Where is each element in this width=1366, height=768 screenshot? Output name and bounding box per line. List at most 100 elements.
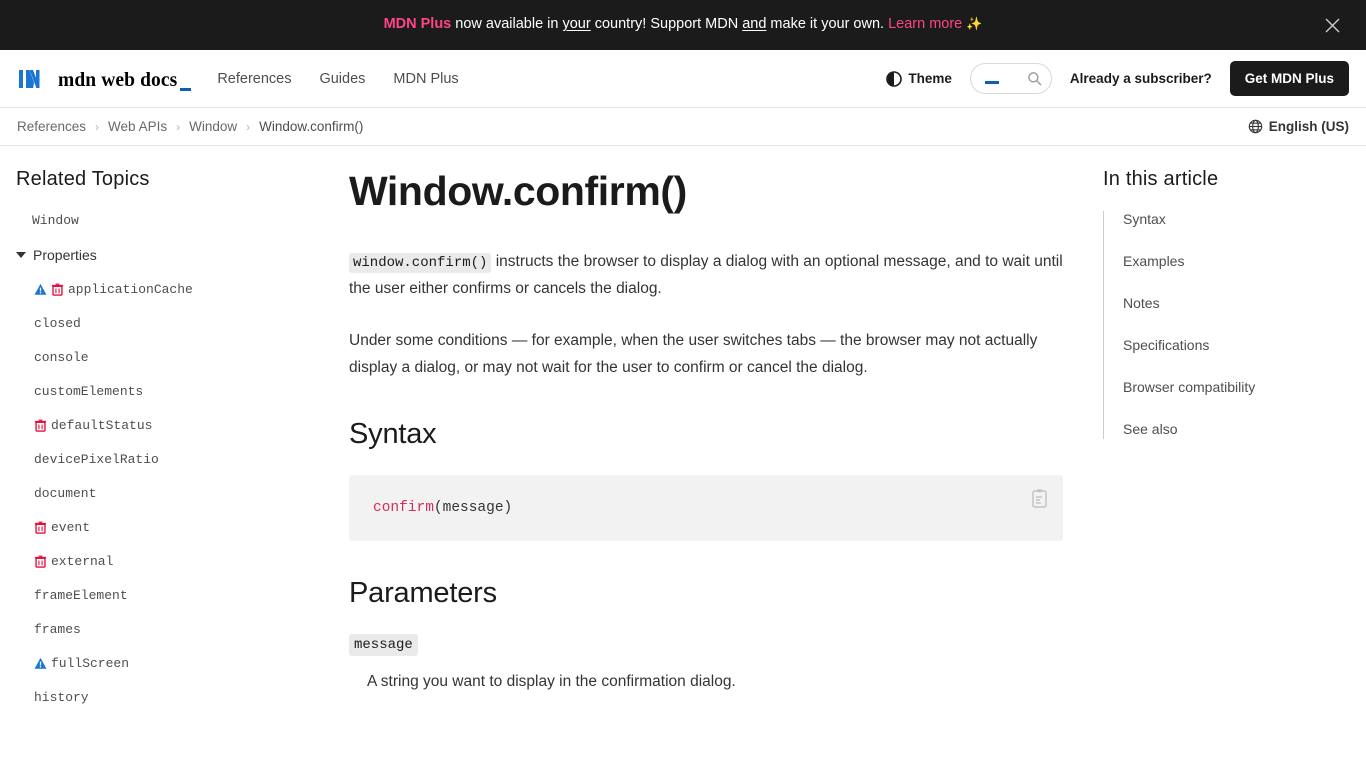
language-picker[interactable]: English (US) — [1248, 119, 1349, 134]
chevron-down-icon — [16, 252, 26, 258]
promo-text-3: make it your own. — [766, 16, 889, 33]
toc-title: In this article — [1103, 168, 1219, 190]
code-token-args: (message) — [433, 499, 513, 516]
sidebar-item-label[interactable]: frames — [34, 622, 81, 637]
breadcrumb-item-window[interactable]: Window — [189, 119, 237, 134]
syntax-code-block: confirm(message) — [349, 474, 1063, 541]
toc-link-label[interactable]: Notes — [1123, 295, 1160, 311]
sidebar-item-label[interactable]: external — [51, 554, 113, 569]
toc-link-label[interactable]: See also — [1123, 421, 1177, 437]
breadcrumb-separator-icon: › — [176, 119, 181, 134]
toc-link-label[interactable]: Browser compatibility — [1123, 379, 1255, 395]
sidebar-item-window[interactable]: Window — [16, 213, 317, 228]
sidebar-item-fullscreen[interactable]: fullScreen — [16, 656, 317, 671]
mdn-logo-icon — [19, 70, 40, 88]
sidebar-group-properties[interactable]: Properties — [16, 247, 317, 263]
search-input[interactable] — [969, 63, 1052, 94]
sidebar-item-closed[interactable]: closed — [16, 316, 317, 331]
breadcrumb-separator-icon: › — [246, 119, 251, 134]
header-actions: Theme Already a subscriber? Get MDN Plus — [886, 61, 1349, 96]
sidebar-list: Window Properties applicationCache close… — [16, 213, 317, 705]
copy-to-clipboard-icon[interactable] — [1029, 488, 1051, 510]
sidebar-group-label: Properties — [33, 247, 97, 263]
toc-link-label[interactable]: Specifications — [1123, 337, 1209, 353]
sidebar-item-label[interactable]: customElements — [34, 384, 143, 399]
theme-label: Theme — [908, 71, 952, 86]
sidebar-item-label[interactable]: event — [51, 520, 90, 535]
sidebar-item-event[interactable]: event — [16, 520, 317, 535]
section-heading-syntax: Syntax — [349, 417, 437, 450]
breadcrumb-item-web-apis[interactable]: Web APIs — [108, 119, 167, 134]
site-header: mdn web docs References Guides MDN Plus … — [0, 50, 1366, 108]
close-icon[interactable] — [1320, 13, 1344, 37]
breadcrumb: References › Web APIs › Window › Window.… — [17, 119, 363, 134]
sidebar-item-document[interactable]: document — [16, 486, 317, 501]
promo-text-2: country! Support MDN — [590, 16, 743, 33]
breadcrumb-bar: References › Web APIs › Window › Window.… — [0, 108, 1366, 146]
contrast-theme-icon — [886, 70, 903, 87]
sidebar-item-label[interactable]: fullScreen — [51, 656, 129, 671]
sidebar-item-label[interactable]: Window — [32, 213, 79, 228]
sidebar-item-label[interactable]: applicationCache — [68, 282, 193, 297]
toc-item-specifications[interactable]: Specifications — [1123, 337, 1343, 355]
sidebar-item-label[interactable]: history — [34, 690, 89, 705]
properties-group-toggle[interactable]: Properties — [16, 247, 97, 263]
promo-brand-label: MDN Plus — [383, 16, 452, 33]
nav-item-guides[interactable]: Guides — [319, 71, 365, 87]
toc-item-see-also[interactable]: See also — [1123, 421, 1343, 439]
sidebar-item-customelements[interactable]: customElements — [16, 384, 317, 399]
breadcrumb-item-current: Window.confirm() — [259, 119, 364, 134]
sidebar-item-history[interactable]: history — [16, 690, 317, 705]
toc-list: Syntax Examples Notes Specifications Bro… — [1103, 211, 1343, 439]
clipboard-icon — [1032, 488, 1047, 508]
in-this-article-toc: In this article Syntax Examples Notes Sp… — [1093, 146, 1359, 768]
sidebar-item-frames[interactable]: frames — [16, 622, 317, 637]
nav-item-references[interactable]: References — [217, 71, 291, 87]
sidebar-item-console[interactable]: console — [16, 350, 317, 365]
promo-learn-more-link[interactable]: Learn more — [888, 16, 962, 32]
promo-underline-and: and — [742, 16, 767, 33]
deprecated-icon — [34, 521, 47, 534]
mdn-logo-text: mdn web docs — [58, 69, 192, 91]
page-title: Window.confirm() — [349, 168, 687, 214]
deprecated-icon — [51, 283, 64, 296]
mdn-home-logo-link[interactable]: mdn web docs — [17, 67, 192, 91]
parameter-entry: message A string you want to display in … — [349, 633, 1063, 695]
mdn-logo-underscore — [180, 88, 192, 91]
parameter-name: message — [349, 633, 418, 656]
toc-item-notes[interactable]: Notes — [1123, 295, 1343, 313]
promo-banner: MDN Plus now available in your country! … — [0, 0, 1366, 50]
breadcrumb-separator-icon: › — [95, 119, 100, 134]
sidebar-item-defaultstatus[interactable]: defaultStatus — [16, 418, 317, 433]
toc-item-examples[interactable]: Examples — [1123, 253, 1343, 271]
sidebar-item-label[interactable]: document — [34, 486, 96, 501]
sidebar-item-label[interactable]: devicePixelRatio — [34, 452, 159, 467]
theme-toggle-button[interactable]: Theme — [886, 70, 952, 87]
nav-item-mdn-plus[interactable]: MDN Plus — [393, 71, 458, 87]
toc-item-syntax[interactable]: Syntax — [1123, 211, 1343, 229]
deprecated-icon — [34, 555, 47, 568]
search-icon — [1028, 72, 1042, 86]
code-token-function: confirm — [373, 499, 434, 516]
toc-item-browser-compatibility[interactable]: Browser compatibility — [1123, 379, 1343, 397]
breadcrumb-item-references[interactable]: References — [17, 119, 86, 134]
sidebar-item-label[interactable]: frameElement — [34, 588, 128, 603]
already-subscriber-link[interactable]: Already a subscriber? — [1070, 71, 1212, 86]
sidebar-item-label[interactable]: closed — [34, 316, 81, 331]
search-cursor — [984, 80, 999, 84]
page-body: Related Topics Window Properties applica… — [0, 146, 1366, 768]
experimental-icon — [34, 283, 47, 295]
related-topics-sidebar: Related Topics Window Properties applica… — [0, 146, 333, 768]
get-mdn-plus-button[interactable]: Get MDN Plus — [1229, 61, 1349, 96]
sidebar-item-devicepixelratio[interactable]: devicePixelRatio — [16, 452, 317, 467]
inline-code-window-confirm: window.confirm() — [349, 253, 492, 273]
promo-text-1: now available in — [451, 16, 563, 33]
sidebar-item-frameelement[interactable]: frameElement — [16, 588, 317, 603]
toc-link-label[interactable]: Syntax — [1123, 211, 1166, 227]
mdn-logo-wordmark: mdn web docs — [58, 69, 178, 91]
toc-link-label[interactable]: Examples — [1123, 253, 1184, 269]
sidebar-item-external[interactable]: external — [16, 554, 317, 569]
sidebar-item-applicationcache[interactable]: applicationCache — [16, 282, 317, 297]
sidebar-item-label[interactable]: console — [34, 350, 89, 365]
sidebar-item-label[interactable]: defaultStatus — [51, 418, 152, 433]
